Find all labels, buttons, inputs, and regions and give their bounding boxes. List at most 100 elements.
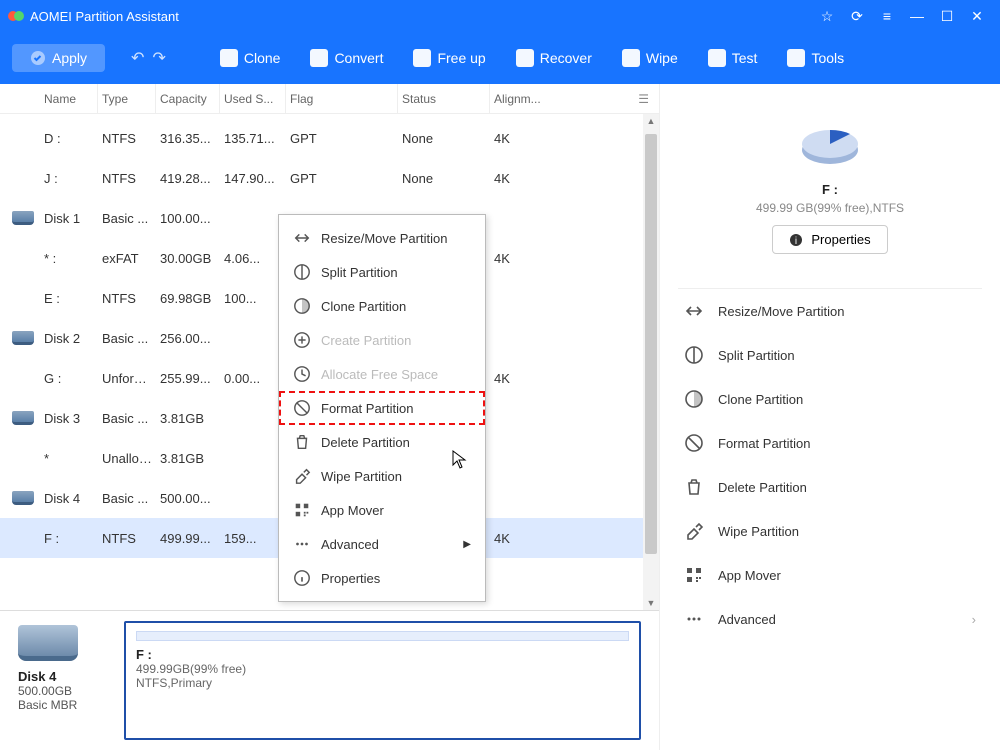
toolbar-convert-button[interactable]: Convert [304, 45, 389, 71]
apply-button[interactable]: Apply [12, 44, 105, 72]
disk-icon [18, 625, 78, 661]
wipep-icon [684, 521, 704, 541]
col-name[interactable]: Name [40, 84, 98, 113]
recover-icon [516, 49, 534, 67]
format-icon [293, 399, 311, 417]
wipe-icon [622, 49, 640, 67]
disk-icon [12, 211, 34, 225]
disk-summary-card[interactable]: Disk 4 500.00GB Basic MBR [18, 621, 106, 740]
partition-summary-box[interactable]: F : 499.99GB(99% free) NTFS,Primary [124, 621, 641, 740]
disk-icon [12, 491, 34, 505]
partition-row[interactable]: D :NTFS316.35...135.71...GPTNone4K [0, 118, 659, 158]
split-icon [684, 345, 704, 365]
toolbar-clone-button[interactable]: Clone [214, 45, 287, 71]
col-type[interactable]: Type [98, 84, 156, 113]
svg-text:i: i [795, 236, 797, 247]
disk-type-label: Basic MBR [18, 698, 77, 712]
format-icon [684, 433, 704, 453]
menu-icon[interactable]: ≡ [872, 8, 902, 24]
freeup-icon [413, 49, 431, 67]
props-icon [293, 569, 311, 587]
col-flag[interactable]: Flag [286, 84, 398, 113]
context-wipep-item[interactable]: Wipe Partition [279, 459, 485, 493]
wipep-icon [293, 467, 311, 485]
toolbar-wipe-button[interactable]: Wipe [616, 45, 684, 71]
col-used[interactable]: Used S... [220, 84, 286, 113]
bottom-summary: Disk 4 500.00GB Basic MBR F : 499.99GB(9… [0, 610, 659, 750]
properties-button[interactable]: i Properties [772, 225, 887, 254]
submenu-arrow-icon: ▶ [463, 539, 471, 550]
col-capacity[interactable]: Capacity [156, 84, 220, 113]
side-action-split[interactable]: Split Partition [678, 333, 982, 377]
table-header: Name Type Capacity Used S... Flag Status… [0, 84, 659, 114]
side-action-advanced[interactable]: Advanced› [678, 597, 982, 641]
tools-icon [787, 49, 805, 67]
side-panel: F : 499.99 GB(99% free),NTFS i Propertie… [660, 84, 1000, 750]
maximize-button[interactable]: ☐ [932, 8, 962, 25]
disk-icon [12, 331, 34, 345]
apply-label: Apply [52, 50, 87, 66]
app-logo-icon [8, 8, 24, 24]
side-action-resize[interactable]: Resize/Move Partition [678, 289, 982, 333]
context-clonep-item[interactable]: Clone Partition [279, 289, 485, 323]
minimize-button[interactable]: — [902, 8, 932, 24]
redo-button[interactable]: ↷ [152, 48, 165, 68]
clonep-icon [684, 389, 704, 409]
context-advanced-item[interactable]: Advanced▶ [279, 527, 485, 561]
resize-icon [684, 301, 704, 321]
side-action-wipep[interactable]: Wipe Partition [678, 509, 982, 553]
advanced-icon [684, 609, 704, 629]
toolbar-test-button[interactable]: Test [702, 45, 764, 71]
partition-bar [136, 631, 629, 641]
side-action-appmover[interactable]: App Mover [678, 553, 982, 597]
partition-name-label: F : [136, 647, 152, 662]
context-resize-item[interactable]: Resize/Move Partition [279, 221, 485, 255]
col-status[interactable]: Status [398, 84, 490, 113]
partition-size-label: 499.99GB(99% free) [136, 662, 246, 676]
delete-icon [684, 477, 704, 497]
appmover-icon [684, 565, 704, 585]
toolbar-freeup-button[interactable]: Free up [407, 45, 491, 71]
properties-label: Properties [811, 232, 870, 247]
delete-icon [293, 433, 311, 451]
side-action-delete[interactable]: Delete Partition [678, 465, 982, 509]
side-action-format[interactable]: Format Partition [678, 421, 982, 465]
main-area: Name Type Capacity Used S... Flag Status… [0, 84, 1000, 750]
context-props-item[interactable]: Properties [279, 561, 485, 595]
allocate-icon [293, 365, 311, 383]
star-icon[interactable]: ☆ [812, 8, 842, 25]
side-drive-label: F : [822, 182, 838, 197]
toolbar-tools-button[interactable]: Tools [781, 45, 850, 71]
app-title: AOMEI Partition Assistant [30, 9, 812, 24]
undo-button[interactable]: ↶ [131, 48, 144, 68]
side-action-clonep[interactable]: Clone Partition [678, 377, 982, 421]
create-icon [293, 331, 311, 349]
clone-icon [220, 49, 238, 67]
advanced-icon [293, 535, 311, 553]
col-align[interactable]: Alignm... [490, 84, 550, 113]
partition-row[interactable]: J :NTFS419.28...147.90...GPTNone4K [0, 158, 659, 198]
context-create-item: Create Partition [279, 323, 485, 357]
split-icon [293, 263, 311, 281]
check-icon [30, 50, 46, 66]
main-toolbar: Apply ↶ ↷ Clone Convert Free up Recover Wipe… [0, 32, 1000, 84]
context-split-item[interactable]: Split Partition [279, 255, 485, 289]
titlebar: AOMEI Partition Assistant ☆ ⟳ ≡ — ☐ ✕ [0, 0, 1000, 32]
table-scrollbar[interactable]: ▲ ▼ [643, 114, 659, 610]
partition-table-panel: Name Type Capacity Used S... Flag Status… [0, 84, 660, 750]
resize-icon [293, 229, 311, 247]
context-delete-item[interactable]: Delete Partition [279, 425, 485, 459]
context-appmover-item[interactable]: App Mover [279, 493, 485, 527]
toolbar-recover-button[interactable]: Recover [510, 45, 598, 71]
convert-icon [310, 49, 328, 67]
column-menu-icon[interactable]: ☰ [638, 92, 649, 106]
context-format-item[interactable]: Format Partition [279, 391, 485, 425]
disk-icon [12, 411, 34, 425]
chevron-right-icon: › [972, 612, 976, 627]
test-icon [708, 49, 726, 67]
info-icon: i [789, 233, 803, 247]
usage-pie-chart [798, 112, 862, 176]
clonep-icon [293, 297, 311, 315]
close-button[interactable]: ✕ [962, 8, 992, 25]
refresh-icon[interactable]: ⟳ [842, 8, 872, 25]
